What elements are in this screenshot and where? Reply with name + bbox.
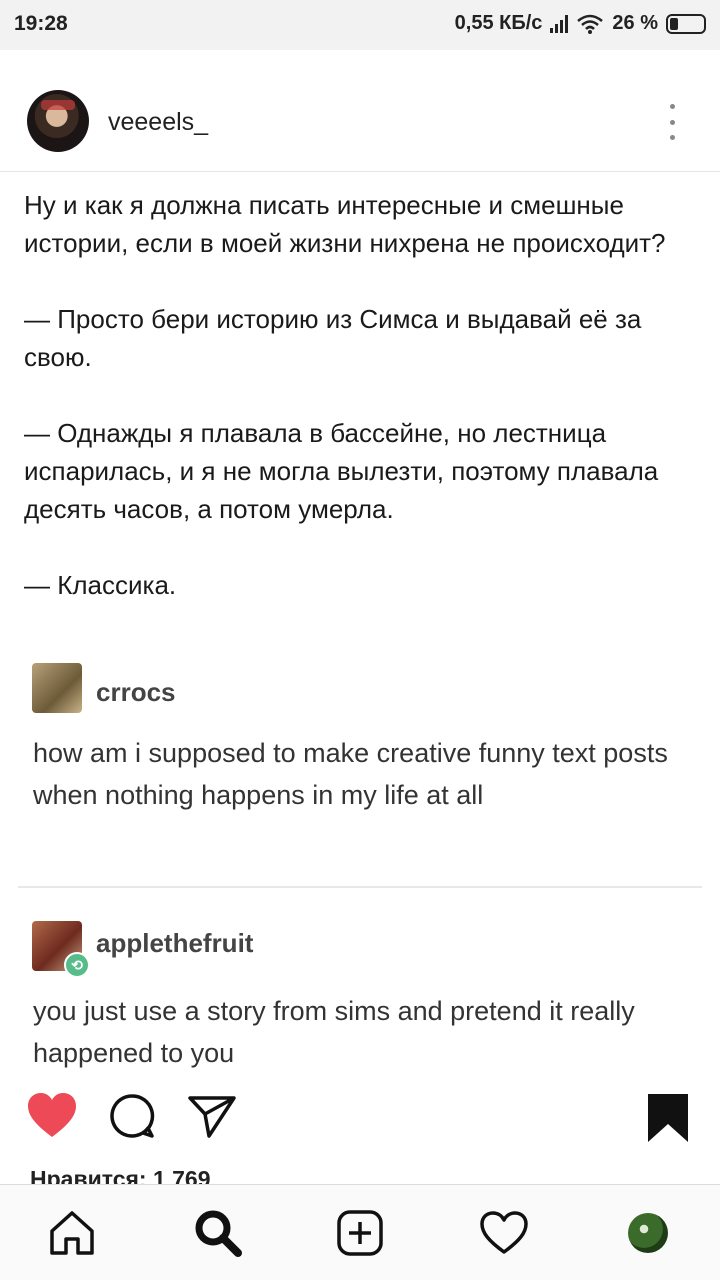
post-actions bbox=[0, 1088, 720, 1152]
home-icon bbox=[50, 1211, 94, 1255]
more-options-icon[interactable] bbox=[662, 102, 682, 142]
network-speed: 0,55 КБ/с bbox=[454, 12, 543, 34]
caption-paragraph: — Однажды я плавала в бассейне, но лестн… bbox=[24, 418, 659, 524]
tumblr-post-text: you just use a story from sims and prete… bbox=[33, 996, 635, 1068]
post-image: crrocs how am i supposed to make creativ… bbox=[0, 655, 720, 1085]
post-username[interactable]: veeeels_ bbox=[108, 108, 208, 137]
comment-icon[interactable] bbox=[108, 1092, 156, 1140]
tumblr-username: applethefruit bbox=[96, 928, 254, 958]
tumblr-divider bbox=[18, 886, 702, 888]
activity-icon bbox=[480, 1211, 528, 1254]
bookmark-icon[interactable] bbox=[646, 1092, 690, 1144]
nav-new-post[interactable] bbox=[334, 1207, 386, 1259]
share-icon[interactable] bbox=[187, 1092, 237, 1140]
bottom-nav bbox=[0, 1184, 720, 1280]
nav-activity[interactable] bbox=[478, 1207, 530, 1259]
search-icon bbox=[195, 1210, 242, 1257]
user-avatar[interactable] bbox=[27, 90, 89, 152]
caption-paragraph: Ну и как я должна писать интересные и см… bbox=[24, 190, 666, 258]
nav-search[interactable] bbox=[192, 1207, 244, 1259]
profile-avatar bbox=[628, 1213, 668, 1253]
status-right: 0,55 КБ/с 26 % bbox=[455, 12, 706, 35]
new-post-icon bbox=[337, 1210, 383, 1256]
battery-icon bbox=[666, 13, 706, 34]
wifi-icon bbox=[577, 14, 604, 34]
status-bar: 19:28 0,55 КБ/с 26 % bbox=[0, 0, 720, 50]
caption-paragraph: — Классика. bbox=[24, 570, 177, 600]
post-header: veeeels_ bbox=[0, 50, 720, 172]
caption-paragraph: — Просто бери историю из Симса и выдавай… bbox=[24, 304, 642, 372]
post-caption: Ну и как я должна писать интересные и см… bbox=[24, 186, 704, 642]
like-heart-icon[interactable] bbox=[26, 1092, 78, 1140]
nav-home[interactable] bbox=[46, 1207, 98, 1259]
battery-percent: 26 % bbox=[612, 12, 658, 34]
status-time: 19:28 bbox=[14, 12, 68, 35]
reblog-icon: ⟲ bbox=[64, 952, 90, 978]
signal-icon bbox=[550, 14, 569, 33]
tumblr-avatar-crrocs bbox=[32, 663, 82, 713]
nav-profile[interactable] bbox=[622, 1207, 674, 1259]
tumblr-username: crrocs bbox=[96, 677, 176, 707]
tumblr-post-text: how am i supposed to make creative funny… bbox=[33, 738, 668, 810]
